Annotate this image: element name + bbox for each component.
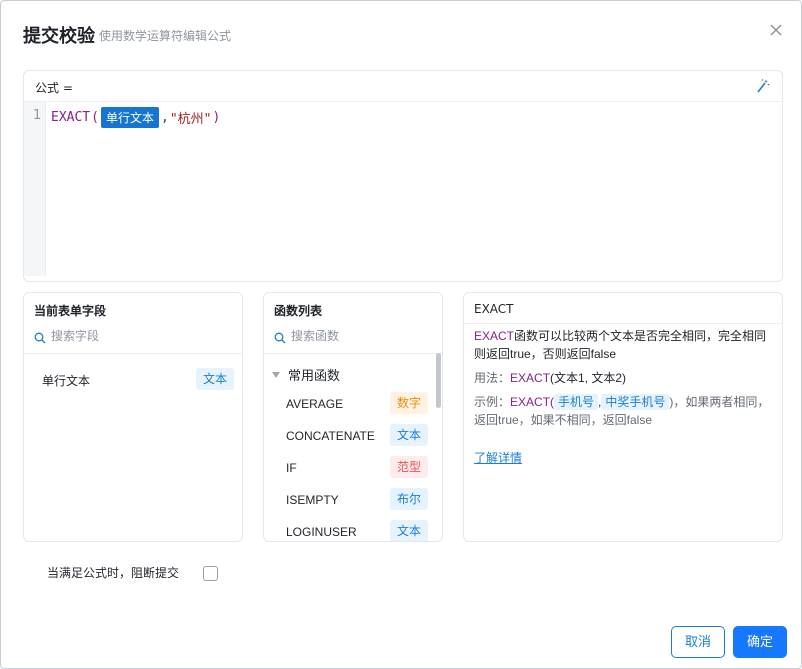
function-item[interactable]: AVERAGE 数字 — [264, 392, 428, 418]
field-item[interactable]: 单行文本 文本 — [24, 366, 242, 392]
formula-comma: , — [160, 109, 169, 125]
help-usage-fn: EXACT — [510, 371, 551, 385]
field-search[interactable] — [24, 324, 242, 354]
dialog-title: 提交校验 — [23, 26, 95, 47]
function-group-label: 常用函数 — [288, 369, 341, 384]
line-gutter: 1 — [24, 102, 46, 276]
function-item[interactable]: CONCATENATE 文本 — [264, 424, 428, 450]
fields-panel: 当前表单字段 单行文本 文本 — [23, 292, 243, 542]
function-type-badge: 文本 — [389, 520, 428, 541]
functions-panel-title: 函数列表 — [274, 304, 323, 318]
formula-code[interactable]: EXACT ( 单行文本 , "杭州" ) — [51, 106, 221, 128]
help-panel-title: EXACT — [464, 293, 782, 324]
function-type-badge: 范型 — [389, 456, 428, 478]
function-item[interactable]: ISEMPTY 布尔 — [264, 488, 428, 514]
help-description: 函数可以比较两个文本是否完全相同，完全相同则返回true，否则返回false — [474, 329, 767, 361]
function-item-name: AVERAGE — [286, 397, 344, 411]
help-usage-label: 用法： — [474, 371, 511, 385]
function-search[interactable] — [264, 324, 442, 354]
search-icon — [274, 332, 286, 344]
line-number: 1 — [33, 108, 42, 123]
function-item[interactable]: IF 范型 — [264, 456, 428, 482]
confirm-button[interactable]: 确定 — [733, 626, 787, 658]
formula-open-paren: ( — [91, 109, 99, 125]
function-item-name: IF — [286, 461, 297, 475]
dialog-subtitle: 使用数学运算符编辑公式 — [99, 29, 232, 43]
help-fn-name: EXACT — [474, 329, 515, 343]
function-type-badge: 数字 — [389, 392, 428, 414]
magic-wand-icon[interactable] — [754, 78, 770, 94]
help-example-arg: 中奖手机号 — [601, 394, 670, 410]
functions-panel: 函数列表 常用函数 AVERAGE 数字 CONCATENATE 文本 IF 范… — [263, 292, 443, 542]
field-item-name: 单行文本 — [42, 374, 91, 388]
function-search-input[interactable] — [291, 329, 421, 343]
learn-more-link[interactable]: 了解详情 — [474, 449, 522, 467]
block-submit-checkbox[interactable] — [203, 566, 218, 581]
help-content: EXACT函数可以比较两个文本是否完全相同，完全相同则返回true，否则返回fa… — [464, 327, 782, 467]
help-panel: EXACT EXACT函数可以比较两个文本是否完全相同，完全相同则返回true，… — [463, 292, 783, 542]
cancel-button[interactable]: 取消 — [671, 626, 725, 658]
search-icon — [34, 332, 46, 344]
close-icon[interactable] — [767, 21, 785, 39]
formula-function: EXACT — [51, 109, 91, 125]
help-example-fn: EXACT — [510, 395, 551, 409]
function-item-name: ISEMPTY — [286, 493, 339, 507]
formula-header: 公式 = — [24, 71, 782, 102]
function-item[interactable]: LOGINUSER 文本 — [264, 520, 428, 541]
help-example-arg: 手机号 — [554, 394, 599, 410]
formula-label: 公式 = — [35, 81, 73, 95]
function-list-scrollbar[interactable] — [436, 353, 441, 408]
function-item-name: CONCATENATE — [286, 429, 375, 443]
function-item-name: LOGINUSER — [286, 525, 357, 539]
block-submit-label: 当满足公式时，阻断提交 — [47, 566, 180, 580]
formula-close-paren: ) — [212, 109, 221, 125]
function-type-badge: 文本 — [389, 424, 428, 446]
formula-editor[interactable]: 公式 = 1 EXACT ( 单行文本 , "杭州" ) — [23, 70, 783, 282]
formula-field-chip[interactable]: 单行文本 — [100, 106, 159, 128]
formula-dialog: 提交校验 使用数学运算符编辑公式 公式 = 1 EXACT ( 单行文本 , "… — [0, 0, 802, 669]
help-usage-args: (文本1, 文本2) — [550, 371, 627, 385]
function-group-header[interactable]: 常用函数 — [272, 365, 340, 384]
field-search-input[interactable] — [51, 329, 221, 343]
function-type-badge: 布尔 — [389, 488, 428, 510]
field-type-badge: 文本 — [195, 368, 234, 390]
caret-down-icon — [272, 371, 280, 378]
help-example-label: 示例： — [474, 395, 511, 409]
fields-panel-title: 当前表单字段 — [34, 304, 107, 318]
formula-string-arg: "杭州" — [169, 111, 212, 127]
